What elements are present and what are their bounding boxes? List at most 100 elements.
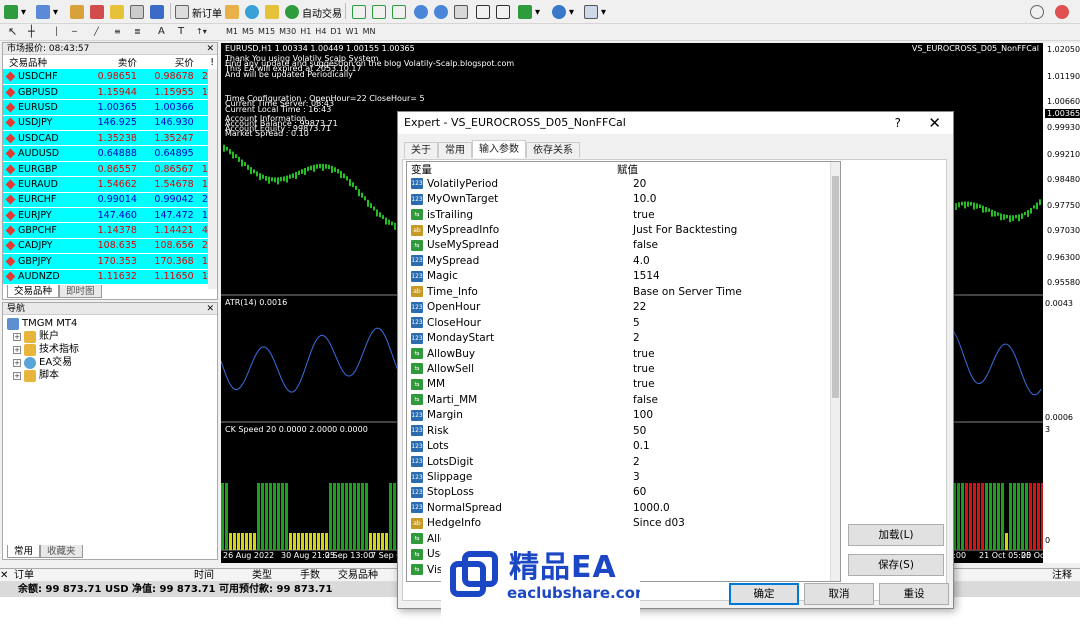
arrows-icon[interactable]: ↑▾ bbox=[194, 25, 209, 39]
tab-inputs[interactable]: 输入参数 bbox=[472, 140, 526, 158]
timeframe-button[interactable]: M1 bbox=[224, 25, 240, 39]
param-value[interactable]: 22 bbox=[633, 301, 646, 313]
market-watch-row[interactable]: GBPUSD 1.15944 1.15955 11 bbox=[3, 84, 217, 101]
fibo-icon[interactable]: ≣ bbox=[132, 25, 143, 39]
param-value[interactable]: false bbox=[633, 394, 658, 406]
param-value[interactable]: true bbox=[633, 348, 655, 360]
autoscroll-button[interactable] bbox=[496, 3, 510, 21]
terminal-button[interactable] bbox=[130, 3, 144, 21]
text-icon[interactable]: A bbox=[156, 25, 167, 39]
parameter-row[interactable]: 123 VolatilyPeriod 20 bbox=[407, 176, 840, 191]
vline-icon[interactable]: │ bbox=[52, 25, 61, 39]
timeframe-button[interactable]: MN bbox=[361, 25, 378, 39]
data-window-button[interactable] bbox=[110, 3, 124, 21]
market-watch-row[interactable]: USDCAD 1.35238 1.35247 9 bbox=[3, 130, 217, 147]
crosshair-icon[interactable]: ┼ bbox=[26, 25, 37, 39]
indicators-button[interactable]: ▾ bbox=[518, 3, 540, 21]
parameter-row[interactable]: 123 NormalSpread 1000.0 bbox=[407, 500, 840, 515]
timeframe-button[interactable]: H4 bbox=[313, 25, 328, 39]
close-icon[interactable]: ✕ bbox=[206, 43, 214, 55]
tree-root[interactable]: TMGM MT4 bbox=[7, 317, 217, 330]
community-button[interactable] bbox=[245, 3, 259, 21]
parameter-row[interactable]: ⇆ AllowBuy true bbox=[407, 346, 840, 361]
parameter-row[interactable]: ab HedgeInfo Since d03 bbox=[407, 516, 840, 531]
tree-item-accounts[interactable]: + 账户 bbox=[7, 330, 217, 343]
profiles-button[interactable]: ▾ bbox=[36, 3, 58, 21]
tab-favorites[interactable]: 收藏夹 bbox=[40, 545, 83, 558]
market-watch-row[interactable]: EURAUD 1.54662 1.54678 16 bbox=[3, 176, 217, 193]
param-value[interactable]: 0.1 bbox=[633, 440, 650, 452]
close-icon[interactable]: ✕ bbox=[928, 112, 941, 134]
market-watch-row[interactable]: EURCHF 0.99014 0.99042 28 bbox=[3, 192, 217, 209]
expand-icon[interactable]: + bbox=[13, 358, 21, 367]
load-button[interactable]: 加载(L) bbox=[848, 524, 944, 546]
timeframe-button[interactable]: H1 bbox=[298, 25, 313, 39]
param-value[interactable]: 1514 bbox=[633, 270, 660, 282]
label-icon[interactable]: T bbox=[176, 25, 186, 39]
expand-icon[interactable]: + bbox=[13, 332, 21, 341]
channel-icon[interactable]: ≡ bbox=[112, 25, 123, 39]
parameter-row[interactable]: 123 Margin 100 bbox=[407, 408, 840, 423]
parameter-row[interactable]: 123 StopLoss 60 bbox=[407, 485, 840, 500]
market-watch-row[interactable]: EURUSD 1.00365 1.00366 1 bbox=[3, 99, 217, 116]
tab-dependencies[interactable]: 依存关系 bbox=[526, 142, 580, 158]
tab-about[interactable]: 关于 bbox=[404, 142, 438, 158]
param-value[interactable]: true bbox=[633, 209, 655, 221]
zoom-out-button[interactable] bbox=[434, 3, 448, 21]
parameter-row[interactable]: ⇆ UseMySpread false bbox=[407, 238, 840, 253]
tab-tick-chart[interactable]: 即时图 bbox=[59, 285, 102, 298]
parameter-row[interactable]: ⇆ MM true bbox=[407, 377, 840, 392]
expand-icon[interactable]: + bbox=[13, 371, 21, 380]
param-value[interactable]: 10.0 bbox=[633, 193, 656, 205]
auto-trading-button[interactable]: 自动交易 bbox=[285, 3, 342, 21]
metaeditor-button[interactable] bbox=[225, 3, 239, 21]
reset-button[interactable]: 重设 bbox=[879, 583, 949, 605]
close-icon[interactable]: ✕ bbox=[206, 303, 214, 315]
parameter-row[interactable]: 123 MondayStart 2 bbox=[407, 330, 840, 345]
new-order-button[interactable]: 新订单 bbox=[175, 3, 222, 21]
param-value[interactable]: 100 bbox=[633, 409, 653, 421]
trendline-icon[interactable]: ╱ bbox=[92, 25, 101, 39]
cursor-icon[interactable]: ↖ bbox=[6, 25, 19, 39]
timeframe-button[interactable]: D1 bbox=[328, 25, 343, 39]
param-value[interactable]: true bbox=[633, 378, 655, 390]
parameter-row[interactable]: 123 LotsDigit 2 bbox=[407, 454, 840, 469]
navigator-button[interactable] bbox=[90, 3, 104, 21]
timeframe-button[interactable]: W1 bbox=[344, 25, 361, 39]
tab-symbols[interactable]: 交易品种 bbox=[7, 285, 60, 298]
market-watch-button[interactable] bbox=[70, 3, 84, 21]
timeframe-button[interactable]: M15 bbox=[256, 25, 277, 39]
save-button[interactable]: 保存(S) bbox=[848, 554, 944, 576]
market-watch-scrollbar[interactable] bbox=[208, 69, 217, 289]
bar-chart-button[interactable] bbox=[352, 3, 366, 21]
parameter-row[interactable]: 123 MySpread 4.0 bbox=[407, 253, 840, 268]
market-watch-row[interactable]: USDJPY 146.925 146.930 5 bbox=[3, 115, 217, 132]
param-value[interactable]: 2 bbox=[633, 332, 640, 344]
param-value[interactable]: 3 bbox=[633, 471, 640, 483]
parameter-row[interactable]: ab Time_Info Base on Server Time bbox=[407, 284, 840, 299]
signals-button[interactable] bbox=[265, 3, 279, 21]
line-chart-button[interactable] bbox=[392, 3, 406, 21]
tree-item-indicators[interactable]: + 技术指标 bbox=[7, 343, 217, 356]
tab-common[interactable]: 常用 bbox=[438, 142, 472, 158]
help-icon[interactable]: ? bbox=[895, 112, 901, 134]
param-value[interactable]: 20 bbox=[633, 178, 646, 190]
parameter-row[interactable]: 123 Lots 0.1 bbox=[407, 438, 840, 453]
parameter-row[interactable]: 123 Magic 1514 bbox=[407, 269, 840, 284]
new-chart-button[interactable]: ▾ bbox=[4, 3, 26, 21]
candles-button[interactable] bbox=[372, 3, 386, 21]
periods-button[interactable]: ▾ bbox=[552, 3, 574, 21]
parameter-row[interactable]: 123 Slippage 3 bbox=[407, 469, 840, 484]
parameter-row[interactable]: 123 CloseHour 5 bbox=[407, 315, 840, 330]
parameter-row[interactable]: 123 Risk 50 bbox=[407, 423, 840, 438]
parameter-row[interactable]: 123 MyOwnTarget 10.0 bbox=[407, 191, 840, 206]
param-value[interactable]: 1000.0 bbox=[633, 502, 670, 514]
param-value[interactable]: 60 bbox=[633, 486, 646, 498]
timeframe-button[interactable]: M5 bbox=[240, 25, 256, 39]
market-watch-row[interactable]: CADJPY 108.635 108.656 21 bbox=[3, 238, 217, 255]
chart-shift-button[interactable] bbox=[476, 3, 490, 21]
market-watch-row[interactable]: EURJPY 147.460 147.472 12 bbox=[3, 207, 217, 224]
scrollbar-thumb[interactable] bbox=[832, 176, 839, 398]
param-value[interactable]: false bbox=[633, 239, 658, 251]
market-watch-row[interactable]: EURGBP 0.86557 0.86567 10 bbox=[3, 161, 217, 178]
